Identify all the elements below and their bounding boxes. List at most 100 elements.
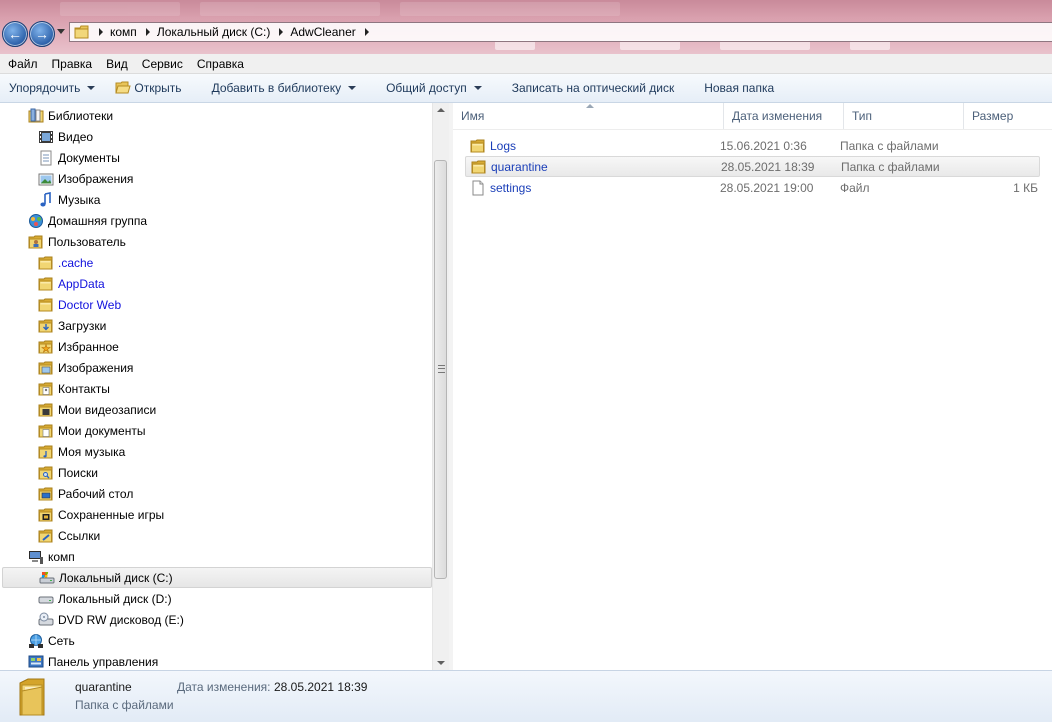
nav-item-label: Локальный диск (C:): [59, 570, 173, 585]
nav-item[interactable]: Поиски: [0, 462, 432, 483]
column-headers: Имя Дата изменения Тип Размер: [453, 103, 1052, 130]
nav-item[interactable]: Моя музыка: [0, 441, 432, 462]
menu-edit[interactable]: Правка: [44, 57, 99, 71]
add-to-library-button[interactable]: Добавить в библиотеку: [205, 77, 364, 99]
window-titlebar: ← → комп Локальный диск (C:) AdwCleaner: [0, 0, 1052, 54]
column-name-label: Имя: [461, 109, 485, 123]
nav-item-label: Панель управления: [48, 654, 159, 669]
breadcrumb: комп Локальный диск (C:) AdwCleaner: [90, 25, 376, 39]
nav-item-label: комп: [48, 549, 75, 564]
file-date: 28.05.2021 18:39: [721, 159, 815, 174]
nav-item[interactable]: Контакты: [0, 378, 432, 399]
breadcrumb-drive-c[interactable]: Локальный диск (C:): [157, 25, 271, 39]
back-button[interactable]: ←: [2, 21, 28, 47]
nav-item[interactable]: Ссылки: [0, 525, 432, 546]
nav-item[interactable]: Изображения: [0, 168, 432, 189]
address-bar[interactable]: комп Локальный диск (C:) AdwCleaner: [69, 22, 1052, 42]
file-row[interactable]: settings 28.05.2021 19:00 Файл 1 КБ: [465, 177, 1040, 198]
file-name-cell: settings: [465, 180, 720, 196]
nav-item[interactable]: Музыка: [0, 189, 432, 210]
scroll-down-icon[interactable]: [437, 661, 445, 665]
nav-item[interactable]: .cache: [0, 252, 432, 273]
organize-button[interactable]: Упорядочить: [0, 77, 102, 99]
details-date-value: 28.05.2021 18:39: [274, 680, 368, 694]
pictures-folder-icon: [38, 360, 54, 376]
recent-pages-dropdown[interactable]: [57, 29, 65, 34]
file-row[interactable]: Logs 15.06.2021 0:36 Папка с файлами: [465, 135, 1040, 156]
nav-item[interactable]: Домашняя группа: [0, 210, 432, 231]
breadcrumb-separator-icon[interactable]: [99, 28, 103, 36]
nav-item[interactable]: Загрузки: [0, 315, 432, 336]
column-header-name[interactable]: Имя: [453, 103, 724, 129]
nav-item-label: Контакты: [58, 381, 110, 396]
share-button[interactable]: Общий доступ: [379, 77, 489, 99]
column-date-label: Дата изменения: [732, 109, 823, 123]
scroll-up-icon[interactable]: [437, 108, 445, 112]
nav-item-label: Избранное: [58, 339, 119, 354]
scroll-thumb[interactable]: [434, 160, 447, 579]
file-name: Logs: [490, 138, 517, 153]
menu-tools[interactable]: Сервис: [134, 57, 189, 71]
nav-item[interactable]: Doctor Web: [0, 294, 432, 315]
nav-item[interactable]: Сохраненные игры: [0, 504, 432, 525]
nav-item[interactable]: Сеть: [0, 630, 432, 651]
details-date-label: Дата изменения:: [177, 680, 271, 694]
burn-label: Записать на оптический диск: [511, 81, 675, 95]
nav-item[interactable]: Видео: [0, 126, 432, 147]
breadcrumb-separator-icon[interactable]: [145, 28, 150, 36]
column-header-date[interactable]: Дата изменения: [724, 103, 844, 129]
nav-item-label: Видео: [58, 129, 94, 144]
nav-item[interactable]: Пользователь: [0, 231, 432, 252]
grip-icon: [438, 365, 445, 373]
command-bar: Упорядочить Открыть Добавить в библиотек…: [0, 74, 1052, 103]
system-drive-icon: [39, 570, 55, 586]
nav-item-label: Сохраненные игры: [58, 507, 165, 522]
breadcrumb-separator-icon[interactable]: [364, 28, 369, 36]
favorites-folder-icon: [38, 339, 54, 355]
homegroup-icon: [28, 213, 44, 229]
nav-item[interactable]: Панель управления: [0, 651, 432, 670]
menu-file[interactable]: Файл: [0, 57, 44, 71]
nav-item[interactable]: Библиотеки: [0, 105, 432, 126]
nav-item-label: Загрузки: [58, 318, 107, 333]
folder-icon: [38, 297, 54, 313]
menu-help[interactable]: Справка: [189, 57, 250, 71]
nav-item[interactable]: Мои документы: [0, 420, 432, 441]
forward-button[interactable]: →: [29, 21, 55, 47]
file-row[interactable]: quarantine 28.05.2021 18:39 Папка с файл…: [465, 156, 1040, 177]
menu-view[interactable]: Вид: [98, 57, 134, 71]
nav-item[interactable]: Изображения: [0, 357, 432, 378]
breadcrumb-separator-icon[interactable]: [279, 28, 284, 36]
documents-library-icon: [38, 150, 54, 166]
music-library-icon: [38, 191, 54, 208]
nav-item[interactable]: Мои видеозаписи: [0, 399, 432, 420]
forward-arrow-icon: →: [35, 26, 49, 42]
nav-item[interactable]: Рабочий стол: [0, 483, 432, 504]
nav-item-label: Локальный диск (D:): [58, 591, 172, 606]
folder-icon: [470, 138, 486, 154]
navigation-scrollbar[interactable]: [432, 103, 450, 670]
column-header-type[interactable]: Тип: [844, 103, 964, 129]
nav-item[interactable]: Локальный диск (C:): [2, 567, 432, 588]
videos-folder-icon: [38, 402, 54, 418]
nav-item-label: .cache: [58, 255, 94, 270]
details-item-type: Папка с файлами: [75, 698, 174, 712]
nav-item[interactable]: Избранное: [0, 336, 432, 357]
burn-button[interactable]: Записать на оптический диск: [505, 77, 682, 99]
nav-item-label: Музыка: [58, 192, 101, 207]
breadcrumb-computer[interactable]: комп: [110, 25, 137, 39]
column-header-size[interactable]: Размер: [964, 103, 1052, 129]
nav-item[interactable]: Документы: [0, 147, 432, 168]
new-folder-button[interactable]: Новая папка: [697, 77, 781, 99]
saved-games-folder-icon: [38, 507, 54, 523]
new-folder-label: Новая папка: [704, 81, 775, 95]
nav-item[interactable]: DVD RW дисковод (E:): [0, 609, 432, 630]
libraries-icon: [28, 108, 44, 124]
open-button[interactable]: Открыть: [108, 77, 188, 99]
nav-item[interactable]: комп: [0, 546, 432, 567]
nav-item[interactable]: AppData: [0, 273, 432, 294]
file-name-cell: Logs: [465, 138, 720, 154]
breadcrumb-adwcleaner[interactable]: AdwCleaner: [290, 25, 355, 39]
nav-item[interactable]: Локальный диск (D:): [0, 588, 432, 609]
user-folder-icon: [28, 234, 44, 250]
